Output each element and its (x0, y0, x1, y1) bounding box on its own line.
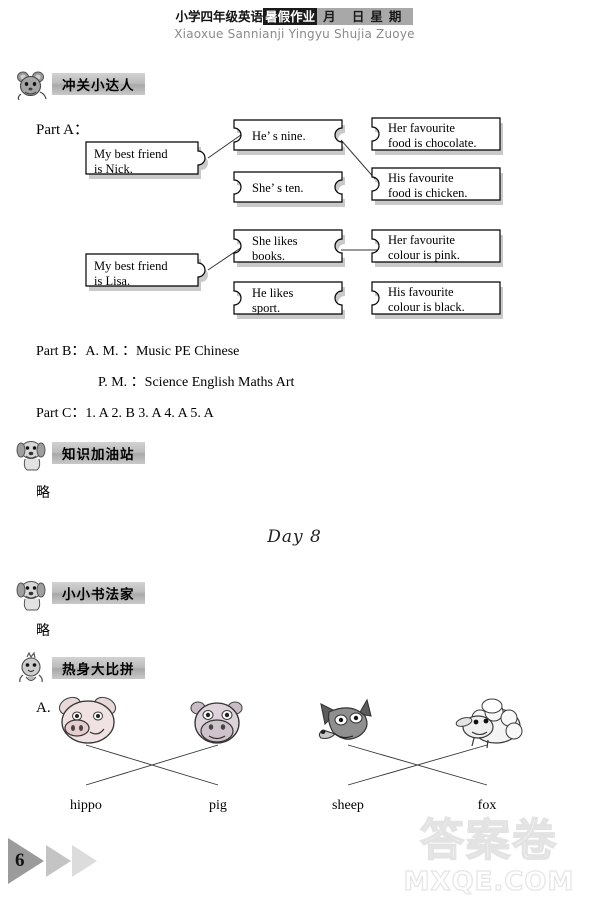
puzzle-piece-middle-1[interactable]: He’ s nine. (232, 118, 354, 160)
watermark-en: MXQE.COM (403, 866, 575, 897)
page-number-group: 6 (8, 838, 118, 884)
part-c-line: Part C：1. A 2. B 3. A 4. A 5. A (36, 406, 214, 421)
section-label-shufa: 小小书法家 (62, 587, 135, 603)
fox-head-icon (315, 696, 385, 750)
animal-label-pig: pig (209, 798, 227, 813)
animal-label-sheep: sheep (332, 798, 364, 813)
day-title: Day 8 (267, 527, 322, 547)
animal-label-hippo: hippo (70, 798, 102, 813)
page-arrow-1-icon (8, 838, 44, 884)
page-number: 6 (15, 850, 25, 871)
header-title-cn: 小学四年级英语 (175, 9, 264, 24)
banner-plate-chuangguan: 冲关小达人 (52, 73, 145, 95)
puzzle-piece-right-2[interactable]: His favourite food is chicken. (370, 166, 518, 212)
puzzle-piece-left-1[interactable]: My best friend is Nick. (84, 140, 216, 184)
banner-plate-reshen: 热身大比拼 (52, 657, 145, 679)
puzzle-piece-right-4[interactable]: His favourite colour is black. (370, 280, 518, 326)
section-label-reshen: 热身大比拼 (62, 662, 135, 678)
header-pinyin: Xiaoxue Sannianji Yingyu Shujia Zuoye (174, 27, 415, 41)
page-arrow-2-icon (46, 845, 71, 877)
puzzle-piece-left-2[interactable]: My best friend is Lisa. (84, 252, 216, 296)
part-b-line-2: P. M. ：Science English Maths Art (98, 375, 295, 390)
header-title-line: 小学四年级英语 暑假作业月 日星期 (175, 8, 414, 25)
banner-plate-shufa: 小小书法家 (52, 582, 145, 604)
watermark: 答案卷 MXQE.COM (399, 814, 579, 907)
chick-icon (14, 651, 50, 686)
puzzle-piece-right-3[interactable]: Her favourite colour is pink. (370, 228, 518, 274)
header-title-highlight: 暑假作业 (263, 8, 318, 25)
watermark-cn: 答案卷 (419, 814, 558, 867)
animal-label-fox: fox (477, 798, 497, 813)
hippo-head-icon (185, 698, 249, 748)
puzzle-piece-middle-3[interactable]: She likes books. (232, 228, 354, 272)
pig-head-icon (50, 694, 126, 748)
sheep-icon (452, 694, 524, 750)
header-date-blank: 月 日星期 (317, 8, 414, 25)
section-label-chuangguan: 冲关小达人 (62, 78, 135, 94)
dog-icon (14, 437, 50, 471)
mouse-icon (14, 68, 50, 102)
dog-icon (14, 577, 50, 611)
page-arrow-3-icon (72, 845, 97, 877)
puzzle-piece-right-1[interactable]: Her favourite food is chocolate. (370, 116, 518, 162)
part-a-label: Part A： (36, 122, 89, 138)
warmup-item-label: A. (36, 700, 51, 716)
shufa-answer: 略 (36, 623, 50, 639)
section-label-zhishi: 知识加油站 (62, 447, 135, 463)
banner-plate-zhishi: 知识加油站 (52, 442, 145, 464)
puzzle-piece-middle-2[interactable]: She’ s ten. (232, 170, 354, 212)
part-b-line-1: Part B：A. M. ：Music PE Chinese (36, 344, 240, 359)
puzzle-piece-middle-4[interactable]: He likes sport. (232, 280, 354, 324)
page-header: 小学四年级英语 暑假作业月 日星期 Xiaoxue Sannianji Yingy… (0, 8, 589, 41)
zhishi-answer: 略 (36, 485, 50, 501)
